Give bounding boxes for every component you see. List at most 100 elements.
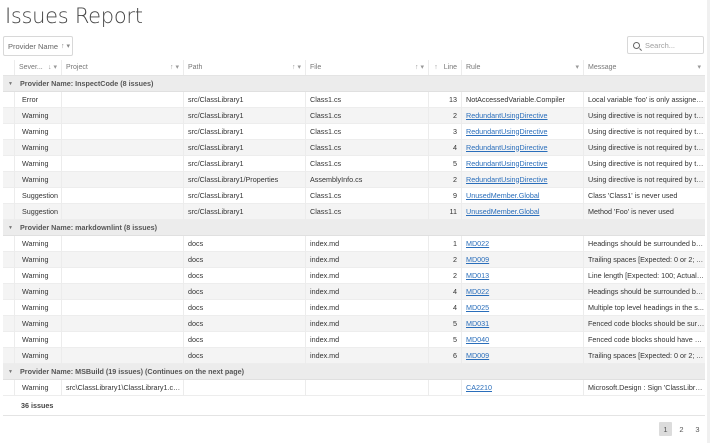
cell-path: docs — [184, 315, 306, 332]
group-row[interactable]: ▼ Provider Name: InspectCode (8 issues) — [3, 76, 705, 92]
rule-link[interactable]: MD025 — [466, 303, 489, 312]
cell-message: Using directive is not required by th... — [588, 126, 705, 136]
header-line-label: Line — [443, 64, 457, 71]
rule-link[interactable]: RedundantUsingDirective — [466, 143, 548, 152]
rule-link[interactable]: MD013 — [466, 271, 489, 280]
table-row[interactable]: Suggestion src/ClassLibrary1 Class1.cs 11 Un… — [3, 203, 705, 220]
header-line[interactable]: ↑ Line — [429, 60, 462, 75]
table-row[interactable]: Warning src\ClassLibrary1\ClassLibrary1.c… — [3, 379, 705, 396]
table-row[interactable]: Warning docs index.md 1 MD022 Headings should… — [3, 235, 705, 252]
sort-asc-filter-icon[interactable]: ↑ ▾ — [415, 63, 424, 71]
header-file[interactable]: File ↑ ▾ — [306, 60, 429, 75]
table-row[interactable]: Suggestion src/ClassLibrary1 Class1.cs 9 Unu… — [3, 187, 705, 204]
table-row[interactable]: Warning docs index.md 4 MD022 Headings should… — [3, 283, 705, 300]
search-box[interactable] — [627, 36, 704, 54]
cell-severity: Warning — [15, 347, 62, 364]
collapse-caret-icon[interactable]: ▼ — [8, 81, 20, 87]
table-row[interactable]: Warning docs index.md 6 MD009 Trailing spaces… — [3, 347, 705, 364]
cell-spacer — [3, 251, 15, 268]
cell-project — [62, 139, 184, 156]
sort-asc-filter-icon[interactable]: ↑ ▾ — [292, 63, 301, 71]
cell-message: Fenced code blocks should have a l... — [588, 334, 705, 344]
rule-link[interactable]: MD022 — [466, 287, 489, 296]
cell-severity: Warning — [15, 379, 62, 396]
cell-severity: Warning — [15, 107, 62, 124]
cell-path: src/ClassLibrary1 — [184, 91, 306, 108]
cell-severity: Warning — [15, 315, 62, 332]
search-input[interactable] — [645, 40, 701, 50]
cell-path: src/ClassLibrary1 — [184, 187, 306, 204]
group-row[interactable]: ▼ Provider Name: MSBuild (19 issues) (Con… — [3, 364, 705, 380]
cell-rule: RedundantUsingDirective — [462, 171, 584, 188]
table-row[interactable]: Warning src/ClassLibrary1 Class1.cs 5 Redund… — [3, 155, 705, 172]
table-row[interactable]: Warning docs index.md 5 MD040 Fenced code blo… — [3, 331, 705, 348]
header-message[interactable]: Message ▾ — [584, 60, 705, 75]
cell-severity: Suggestion — [15, 203, 62, 220]
header-path[interactable]: Path ↑ ▾ — [184, 60, 306, 75]
rule-link[interactable]: MD022 — [466, 239, 489, 248]
header-rule[interactable]: Rule ▾ — [462, 60, 584, 75]
cell-line: 6 — [429, 347, 462, 364]
cell-project — [62, 299, 184, 316]
sort-asc-filter-icon[interactable]: ↑ ▾ — [170, 63, 179, 71]
cell-path: docs — [184, 347, 306, 364]
table-row[interactable]: Warning src/ClassLibrary1 Class1.cs 4 Redund… — [3, 139, 705, 156]
page-button-2[interactable]: 2 — [675, 422, 688, 436]
rule-link[interactable]: MD009 — [466, 255, 489, 264]
table-row[interactable]: Warning docs index.md 2 MD013 Line length [Ex… — [3, 267, 705, 284]
cell-spacer — [3, 283, 15, 300]
cell-rule: RedundantUsingDirective — [462, 155, 584, 172]
cell-message: Line length [Expected: 100; Actual: 8... — [588, 270, 705, 280]
rule-link[interactable]: RedundantUsingDirective — [466, 111, 548, 120]
rule-link[interactable]: MD009 — [466, 351, 489, 360]
filter-icon[interactable]: ▾ — [575, 63, 579, 71]
table-row[interactable]: Warning src/ClassLibrary1 Class1.cs 3 Redund… — [3, 123, 705, 140]
table-row[interactable]: Warning docs index.md 5 MD031 Fenced code blo… — [3, 315, 705, 332]
cell-project — [62, 91, 184, 108]
cell-file: Class1.cs — [306, 123, 429, 140]
rule-link[interactable]: RedundantUsingDirective — [466, 159, 548, 168]
rule-link[interactable]: MD031 — [466, 319, 489, 328]
header-rule-label: Rule — [466, 64, 481, 71]
rule-link[interactable]: RedundantUsingDirective — [466, 175, 548, 184]
cell-project — [62, 171, 184, 188]
cell-severity: Warning — [15, 235, 62, 252]
cell-line: 5 — [429, 155, 462, 172]
table-row[interactable]: Error src/ClassLibrary1 Class1.cs 13 NotAcce… — [3, 91, 705, 108]
cell-file: index.md — [306, 251, 429, 268]
page-button-1[interactable]: 1 — [659, 422, 672, 436]
table-row[interactable]: Warning docs index.md 4 MD025 Multiple top le… — [3, 299, 705, 316]
group-by-chip-provider-name[interactable]: Provider Name ↑ ▾ — [3, 36, 73, 56]
cell-file: Class1.cs — [306, 187, 429, 204]
cell-severity: Error — [15, 91, 62, 108]
cell-line: 4 — [429, 299, 462, 316]
table-row[interactable]: Warning src/ClassLibrary1 Class1.cs 2 Redund… — [3, 107, 705, 124]
cell-path: docs — [184, 251, 306, 268]
cell-message: Fenced code blocks should be surro... — [588, 318, 705, 328]
header-severity[interactable]: Sever... ↓ ▾ — [15, 60, 62, 75]
page-button-3[interactable]: 3 — [691, 422, 704, 436]
rule-link[interactable]: RedundantUsingDirective — [466, 127, 548, 136]
cell-path: src/ClassLibrary1 — [184, 203, 306, 220]
sort-filter-icon[interactable]: ↑ ▾ — [61, 42, 70, 50]
cell-rule: UnusedMember.Global — [462, 203, 584, 220]
cell-severity: Warning — [15, 155, 62, 172]
cell-file: Class1.cs — [306, 155, 429, 172]
cell-message: Trailing spaces [Expected: 0 or 2; Ac... — [588, 254, 705, 264]
filter-icon[interactable]: ▾ — [697, 63, 701, 71]
cell-file: index.md — [306, 235, 429, 252]
sort-asc-icon[interactable]: ↑ — [434, 64, 438, 71]
cell-path: src/ClassLibrary1 — [184, 155, 306, 172]
cell-spacer — [3, 171, 15, 188]
group-row[interactable]: ▼ Provider Name: markdownlint (8 issues) — [3, 220, 705, 236]
rule-link[interactable]: CA2210 — [466, 383, 492, 392]
sort-desc-filter-icon[interactable]: ↓ ▾ — [48, 63, 57, 71]
rule-link[interactable]: MD040 — [466, 335, 489, 344]
table-row[interactable]: Warning src/ClassLibrary1/Properties Assem… — [3, 171, 705, 188]
rule-link[interactable]: UnusedMember.Global — [466, 207, 540, 216]
collapse-caret-icon[interactable]: ▼ — [8, 225, 20, 231]
header-project[interactable]: Project ↑ ▾ — [62, 60, 184, 75]
table-row[interactable]: Warning docs index.md 2 MD009 Trailing spaces… — [3, 251, 705, 268]
rule-link[interactable]: UnusedMember.Global — [466, 191, 540, 200]
collapse-caret-icon[interactable]: ▼ — [8, 369, 20, 375]
